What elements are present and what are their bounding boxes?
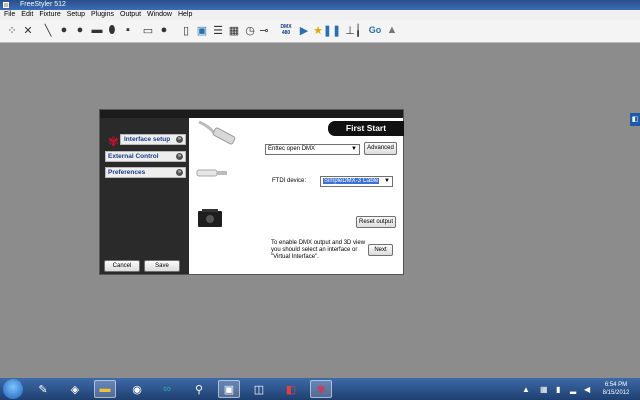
play-icon[interactable]: ▶	[298, 23, 310, 37]
nav-interface-setup[interactable]: Interface setup »	[120, 134, 186, 145]
system-clock[interactable]: 6:54 PM 8/15/2012	[598, 381, 634, 397]
network-tray-icon[interactable]: ▂	[570, 385, 576, 394]
chevron-icon: »	[176, 153, 183, 160]
usb-cable-image	[198, 120, 236, 145]
dialog-top-bar	[100, 110, 403, 118]
triangle-icon[interactable]: ▲	[386, 23, 398, 37]
app-icon[interactable]: ◈	[64, 380, 86, 398]
interface-select[interactable]: Enttec open DMX ▼	[265, 144, 360, 155]
circle-icon[interactable]: ●	[74, 23, 86, 37]
go-icon[interactable]: Go	[368, 23, 382, 37]
cancel-button[interactable]: Cancel	[104, 260, 140, 272]
reset-output-button[interactable]: Reset output	[356, 216, 396, 228]
next-button[interactable]: Next	[368, 244, 393, 256]
menu-file[interactable]: File	[0, 10, 18, 20]
taskbar: ✎ ◈ ▬ ◉ ∞ ⚲ ▣ ◫ ◧ ✾ ▲ ▦ ▮ ▂ ◀	[0, 378, 640, 400]
dmx-icon[interactable]: DMX 480	[278, 23, 294, 37]
folder-icon[interactable]: ▬	[94, 380, 116, 398]
title-bar: FreeStyler 512	[0, 0, 640, 10]
chevron-icon: »	[176, 136, 183, 143]
volume-icon[interactable]: ◀	[584, 385, 590, 394]
scanner-icon[interactable]: ⬮	[106, 23, 118, 37]
tray-icon[interactable]: ▦	[540, 385, 548, 394]
interface-select-value: Enttec open DMX	[268, 146, 316, 152]
circle-icon[interactable]: ●	[58, 23, 70, 37]
tray-up-arrow-icon[interactable]: ▲	[522, 385, 530, 394]
side-panel-icon[interactable]: ◧	[630, 113, 640, 126]
clock-time: 6:54 PM	[604, 382, 628, 388]
chevron-icon: »	[176, 169, 183, 176]
ftdi-device-value: SimpleDMX-3 Cable	[323, 178, 380, 184]
nav-preferences[interactable]: Preferences »	[105, 167, 186, 178]
nav-external-control[interactable]: External Control »	[105, 151, 186, 162]
menu-fixture[interactable]: Fixture	[36, 10, 63, 20]
power-icon[interactable]: ⊸	[258, 23, 270, 37]
nav-label: Preferences	[108, 169, 146, 176]
fader-icon[interactable]: ╽	[352, 23, 364, 37]
menu-setup[interactable]: Setup	[64, 10, 88, 20]
menu-bar: File Edit Fixture Setup Plugins Output Window H…	[0, 10, 640, 20]
freestyler-logo-icon: ✾	[108, 134, 119, 149]
menu-window[interactable]: Window	[144, 10, 175, 20]
pen-icon[interactable]: ╲	[42, 23, 54, 37]
grid-dots-icon[interactable]: ⁘	[6, 23, 18, 37]
network-icon[interactable]: ⚲	[188, 380, 210, 398]
save-button[interactable]: Save	[144, 260, 180, 272]
chevron-down-icon: ▼	[351, 146, 357, 152]
monitor-app-icon[interactable]: ▣	[218, 380, 240, 398]
menu-edit[interactable]: Edit	[18, 10, 36, 20]
light-icon[interactable]: ▪	[122, 23, 134, 37]
list-icon[interactable]: ☰	[212, 23, 224, 37]
dialog-banner: First Start	[328, 121, 404, 136]
square-icon[interactable]: ▭	[142, 23, 154, 37]
clock-date: 8/15/2012	[602, 390, 630, 396]
advanced-button[interactable]: Advanced	[364, 142, 397, 155]
chevron-down-icon: ▼	[384, 178, 390, 184]
ftdi-device-select[interactable]: SimpleDMX-3 Cable ▼	[320, 176, 393, 187]
window-title: FreeStyler 512	[20, 1, 66, 8]
start-button[interactable]	[3, 379, 23, 399]
app-icon[interactable]: ◫	[248, 380, 270, 398]
app-icon[interactable]: ◧	[280, 380, 302, 398]
toolbar: ⁘ ✕ ╲ ● ● ▬ ⬮ ▪ ▭ ● ▯ ▣ ☰ ▦ ◷ ⊸ DMX 480 …	[0, 20, 640, 43]
freestyler-taskbar-icon[interactable]: ✾	[310, 380, 332, 398]
app-icon[interactable]: ✎	[32, 380, 54, 398]
dmx-cable-image	[196, 169, 227, 177]
menu-plugins[interactable]: Plugins	[88, 10, 117, 20]
menu-output[interactable]: Output	[117, 10, 144, 20]
pause-icon[interactable]: ❚❚	[323, 23, 341, 37]
app-icon	[3, 2, 9, 8]
cross-icon[interactable]: ✕	[22, 23, 34, 37]
grid-icon[interactable]: ▦	[228, 23, 240, 37]
chrome-icon[interactable]: ◉	[126, 380, 148, 398]
ftdi-device-label: FTDI device:	[272, 178, 307, 184]
tray-icon[interactable]: ▮	[556, 385, 560, 394]
document-icon[interactable]: ▯	[180, 23, 192, 37]
lamp-icon[interactable]: ▬	[90, 23, 104, 37]
first-start-dialog: ✾ Interface setup » External Control » P…	[99, 109, 404, 275]
dialog-nav-panel: ✾ Interface setup » External Control » P…	[100, 118, 189, 274]
menu-help[interactable]: Help	[175, 10, 195, 20]
info-text: To enable DMX output and 3D view you sho…	[271, 240, 366, 260]
nav-label: External Control	[108, 153, 159, 160]
monitor-icon[interactable]: ▣	[196, 23, 208, 37]
palette-icon[interactable]: ●	[158, 23, 170, 37]
nav-label: Interface setup	[124, 136, 171, 143]
interface-box-image	[198, 209, 222, 227]
arduino-icon[interactable]: ∞	[156, 380, 178, 398]
clock-icon[interactable]: ◷	[244, 23, 256, 37]
